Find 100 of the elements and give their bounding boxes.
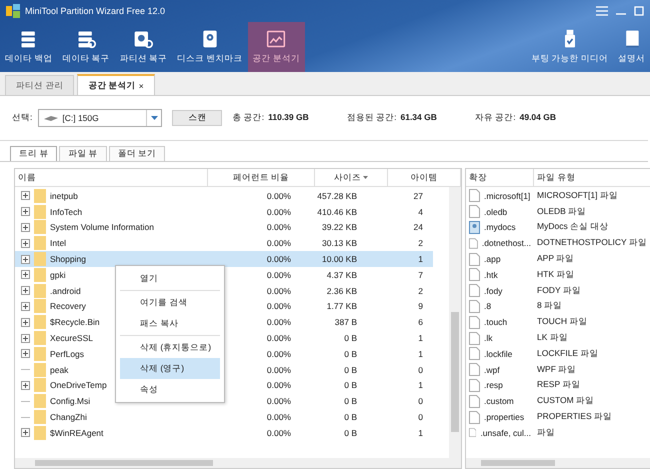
table-cell-text: 0.00% [266,268,292,282]
folder-icon [34,284,46,298]
column-header[interactable]: 이름 [15,169,208,186]
tree-item[interactable]: Shopping [15,251,201,267]
view-tab[interactable]: 파일 뷰 [59,146,107,161]
table-cell-text: 2 [417,284,424,298]
expand-icon[interactable] [21,428,30,438]
column-header[interactable]: 확장 [466,169,534,186]
toolbar-button[interactable]: 공간 분석기 [248,22,305,72]
column-header[interactable]: 아이템 [388,169,461,186]
toolbar-button[interactable]: 부팅 가능한 미디어 [526,22,613,72]
tree-item[interactable]: inetpub [15,188,201,204]
table-cell-text: 0.00% [266,379,292,392]
toolbar-button[interactable]: 데이타 백업 [0,22,58,72]
table-cell-text: 8 파일 [536,299,564,312]
expand-icon[interactable] [21,207,30,216]
table-cell-text: LK 파일 [536,331,569,344]
file-icon [469,378,480,392]
toolbar-button[interactable]: 데이타 복구 [57,22,115,72]
table-cell-text: 0.00% [266,411,292,424]
extension-name: .htk [484,270,498,280]
menu-icon[interactable] [596,6,608,16]
extension-name: .fody [484,286,502,296]
expand-icon[interactable] [21,191,30,200]
menu-item[interactable]: 삭제 (영구) [120,358,220,379]
stat-label: 점용된 공간: [346,112,396,124]
table-cell-text: 0 B [343,332,358,346]
table-cell-text: WPF 파일 [536,362,578,376]
table-cell-text: PROPERTIES 파일 [536,410,613,424]
tree-item[interactable]: InfoTech [15,204,201,220]
expand-icon[interactable] [21,349,30,358]
stat-label: 자유 공간: [474,112,516,124]
extension-name: .mydocs [484,222,516,232]
dropdown-caret-icon [150,116,158,120]
menu-item[interactable]: 패스 복사 [120,313,220,334]
extension-name: .lockfile [484,348,512,359]
scan-button[interactable]: 스캔 [172,110,222,126]
toolbar-button[interactable]: 설명서 [613,22,650,72]
expand-icon[interactable] [21,238,30,248]
expand-icon[interactable] [21,270,30,280]
view-tab[interactable]: 트리 뷰 [10,146,58,161]
table-cell-text: 27 [412,190,424,203]
expand-icon[interactable] [21,254,30,264]
tree-item[interactable]: $WinREAgent [15,424,201,441]
table-cell-text: 410.46 KB [316,206,358,219]
extension-name: .unsafe, cul... [480,428,531,438]
select-label: 선택: [12,112,32,124]
tree-item[interactable]: System Volume Information [15,220,201,236]
table-cell: 1 [367,251,433,267]
expand-icon[interactable] [21,286,30,296]
column-header[interactable]: 사이즈 [315,169,388,186]
column-header[interactable]: 페어런트 비율 [208,169,315,186]
expand-icon[interactable] [21,318,30,327]
close-icon[interactable]: × [138,80,144,90]
extension-name: .microsoft[1] [484,190,530,201]
tab[interactable]: 공간 분석기 × [77,74,155,95]
file-icon [469,394,480,408]
menu-item[interactable]: 삭제 (휴지통으로) [120,337,220,358]
stat-value: 61.34 GB [400,112,437,124]
tab[interactable]: 파티션 관리 [5,75,74,95]
table-cell-text: 0.00% [266,395,292,408]
table-cell-text: 9 [417,300,424,314]
table-cell-text: 387 B [334,316,358,330]
table-cell-text: 7 [417,268,424,282]
file-icon [469,205,480,218]
folder-name: gpki [50,270,66,280]
toolbar-button[interactable]: 디스크 벤치마크 [172,22,248,72]
expand-icon[interactable] [21,222,30,232]
folder-icon [34,188,46,203]
tree-item[interactable]: Intel [15,235,201,252]
expand-icon[interactable] [21,334,30,343]
toolbar-button[interactable]: 파티션 복구 [114,22,172,72]
extension-name: .dotnethost... [482,238,531,248]
file-icon [469,284,480,298]
table-cell-text: 0 B [343,426,358,440]
drive-icon [43,114,60,122]
table-cell-text: 30.13 KB [321,237,358,250]
maximize-icon[interactable] [634,6,644,16]
disk-restore-icon [133,29,154,49]
expand-icon[interactable] [21,380,30,390]
table-cell-text: 0 B [343,379,358,392]
table-cell-text: 1.77 KB [326,300,358,314]
folder-icon [34,252,46,266]
stat-value: 49.04 GB [520,112,556,124]
extension-name: .8 [484,301,492,312]
table-cell-text: CUSTOM 파일 [536,394,596,408]
extension-name: .wpf [484,364,500,375]
file-icon [469,236,478,250]
column-header[interactable]: 파일 유형 [534,169,650,186]
scrollbar[interactable] [15,458,461,468]
folder-name: InfoTech [50,206,82,217]
scrollbar[interactable] [449,187,461,458]
file-icon [469,268,480,282]
table-cell-text: 457.28 KB [316,190,358,203]
expand-icon[interactable] [21,302,30,311]
drive-dropdown[interactable]: [C:] 150G [38,109,162,127]
tree-item[interactable]: ChangZhi [15,409,201,425]
extension-name: .app [484,254,501,264]
view-tab[interactable]: 폴더 보기 [108,146,166,161]
scrollbar[interactable] [466,458,650,468]
